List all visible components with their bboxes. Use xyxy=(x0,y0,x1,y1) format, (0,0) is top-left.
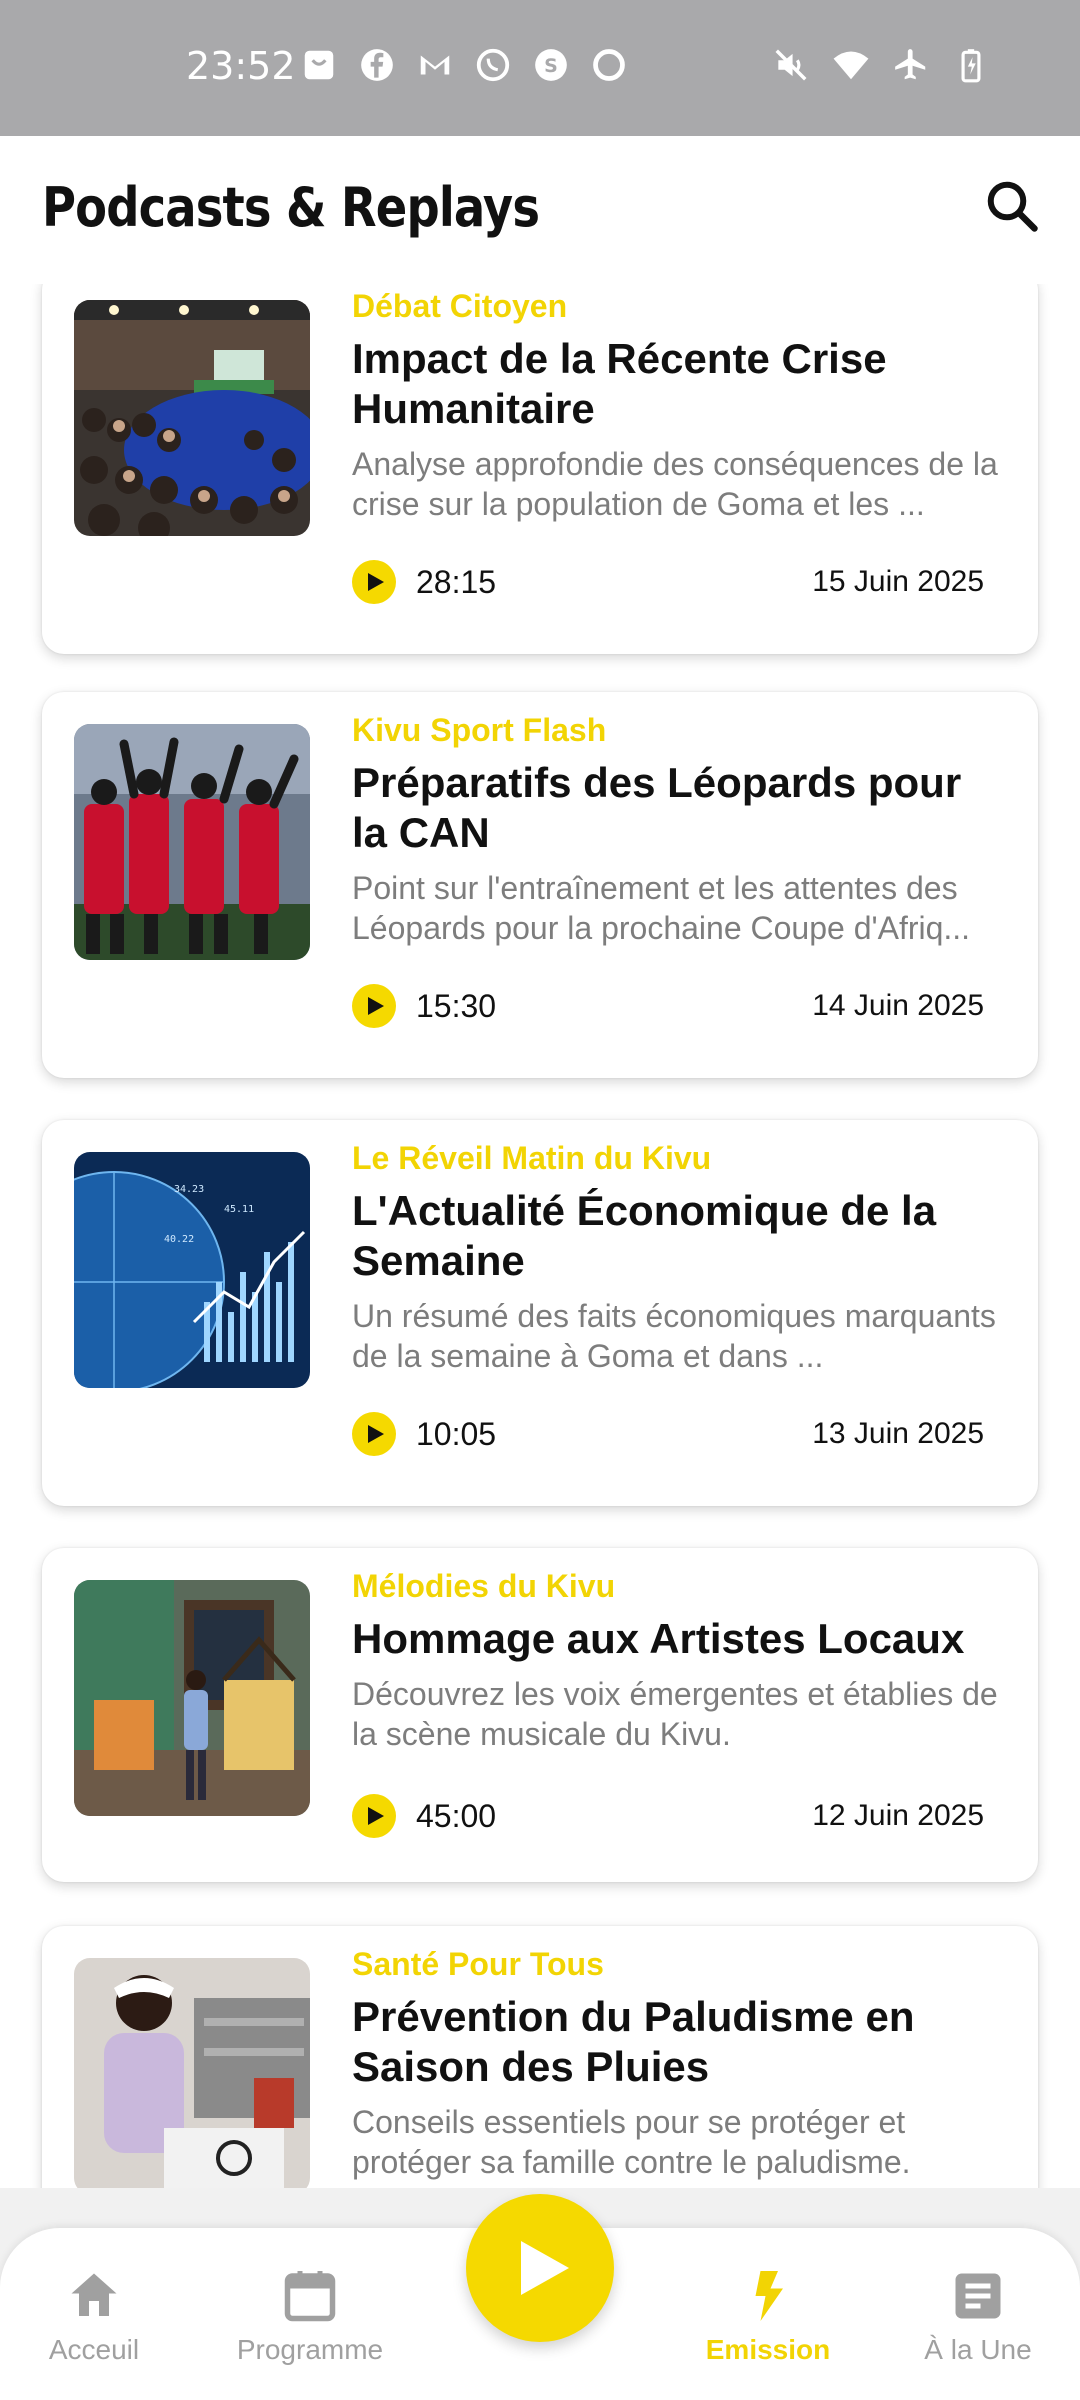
nav-item-emission[interactable]: Emission xyxy=(668,2266,868,2366)
nav-label: Programme xyxy=(236,2334,384,2365)
wifi-icon xyxy=(832,46,870,84)
svg-text:S: S xyxy=(544,55,558,77)
episode-date: 14 Juin 2025 xyxy=(812,989,984,1022)
search-icon xyxy=(987,181,1038,232)
play-icon xyxy=(367,997,384,1015)
gmail-icon xyxy=(416,46,454,84)
home-icon xyxy=(64,2266,124,2326)
episode-list[interactable]: Débat Citoyen Impact de la Récente Crise… xyxy=(0,284,1080,2188)
episode-play-button[interactable] xyxy=(352,1794,396,1838)
episode-card[interactable]: Santé Pour Tous Prévention du Paludisme … xyxy=(42,1926,1038,2188)
article-icon xyxy=(948,2266,1008,2326)
shopping-bag-icon xyxy=(300,46,338,84)
nav-label: À la Une xyxy=(924,2334,1032,2365)
episode-play-button[interactable] xyxy=(352,984,396,1028)
episode-description: Analyse approfondie des conséquences de … xyxy=(352,446,998,522)
status-time: 23:52 xyxy=(186,44,296,88)
episode-meta: 45:00 12 Juin 2025 xyxy=(352,1792,984,1840)
notification-icons: S xyxy=(300,46,628,84)
episode-meta: 10:05 13 Juin 2025 xyxy=(352,1410,984,1458)
episode-thumbnail xyxy=(74,724,310,960)
episode-description: Découvrez les voix émergentes et établie… xyxy=(352,1676,998,1752)
app-header: Podcasts & Replays xyxy=(0,136,1080,284)
calendar-icon xyxy=(280,2266,340,2326)
episode-meta: 28:15 15 Juin 2025 xyxy=(352,558,984,606)
episode-card[interactable]: Kivu Sport Flash Préparatifs des Léopard… xyxy=(42,692,1038,1078)
episode-category: Le Réveil Matin du Kivu xyxy=(352,1140,712,1176)
episode-description: Conseils essentiels pour se protéger et … xyxy=(352,2104,911,2180)
episode-play-button[interactable] xyxy=(352,1412,396,1456)
episode-title: Hommage aux Artistes Locaux xyxy=(352,1615,965,1662)
play-icon xyxy=(521,2241,569,2295)
episode-thumbnail: 34.23 45.11 40.22 xyxy=(74,1152,310,1388)
episode-play-button[interactable] xyxy=(352,560,396,604)
episode-thumbnail xyxy=(74,1580,310,1816)
episode-description: Un résumé des faits économiques marquant… xyxy=(352,1298,996,1374)
nav-item-acceuil[interactable]: Acceuil xyxy=(0,2266,194,2366)
svg-text:45.11: 45.11 xyxy=(224,1204,254,1215)
play-icon xyxy=(367,1807,384,1825)
status-bar: 23:52 S xyxy=(0,0,1080,136)
whatsapp-icon xyxy=(474,46,512,84)
page-title: Podcasts & Replays xyxy=(42,176,540,239)
episode-date: 13 Juin 2025 xyxy=(812,1417,984,1450)
episode-thumbnail xyxy=(74,300,310,536)
episode-category: Mélodies du Kivu xyxy=(352,1568,616,1604)
episode-description: Point sur l'entraînement et les attentes… xyxy=(352,870,971,946)
episode-title: Préparatifs des Léopards pour la CAN xyxy=(352,759,962,856)
episode-duration: 45:00 xyxy=(416,1797,497,1834)
nav-item-a-la-une[interactable]: À la Une xyxy=(878,2266,1078,2366)
play-icon xyxy=(367,1425,384,1443)
episode-card[interactable]: Mélodies du Kivu Hommage aux Artistes Lo… xyxy=(42,1548,1038,1882)
nav-label: Emission xyxy=(705,2334,831,2365)
episode-duration: 10:05 xyxy=(416,1415,497,1452)
episode-card[interactable]: Débat Citoyen Impact de la Récente Crise… xyxy=(42,284,1038,654)
episode-title: Prévention du Paludisme en Saison des Pl… xyxy=(352,1993,915,2090)
play-icon xyxy=(367,573,384,591)
svg-text:34.23: 34.23 xyxy=(174,1184,204,1195)
episode-thumbnail xyxy=(74,1958,310,2188)
episode-category: Débat Citoyen xyxy=(352,288,568,324)
episode-title: Impact de la Récente Crise Humanitaire xyxy=(352,335,887,432)
episode-duration: 28:15 xyxy=(416,563,497,600)
circle-app-icon xyxy=(590,46,628,84)
mute-icon xyxy=(772,46,810,84)
bottom-navigation: Acceuil Programme Emission À la Une xyxy=(0,2188,1080,2400)
episode-meta: 15:30 14 Juin 2025 xyxy=(352,982,984,1030)
search-button[interactable] xyxy=(982,176,1042,236)
episode-category: Kivu Sport Flash xyxy=(352,712,607,748)
nav-label: Acceuil xyxy=(48,2334,140,2365)
nav-item-programme[interactable]: Programme xyxy=(210,2266,410,2366)
battery-charging-icon xyxy=(952,46,990,84)
episode-title: L'Actualité Économique de la Semaine xyxy=(352,1187,937,1284)
system-icons xyxy=(772,46,990,84)
svg-text:40.22: 40.22 xyxy=(164,1234,194,1245)
center-play-button[interactable] xyxy=(466,2194,614,2342)
lightning-icon xyxy=(738,2266,798,2326)
episode-date: 12 Juin 2025 xyxy=(812,1799,984,1832)
shazam-icon: S xyxy=(532,46,570,84)
facebook-icon xyxy=(358,46,396,84)
episode-category: Santé Pour Tous xyxy=(352,1946,604,1982)
episode-date: 15 Juin 2025 xyxy=(812,565,984,598)
airplane-icon xyxy=(892,46,930,84)
episode-duration: 15:30 xyxy=(416,987,497,1024)
episode-card[interactable]: 34.23 45.11 40.22 Le Réveil Matin du Kivu … xyxy=(42,1120,1038,1506)
